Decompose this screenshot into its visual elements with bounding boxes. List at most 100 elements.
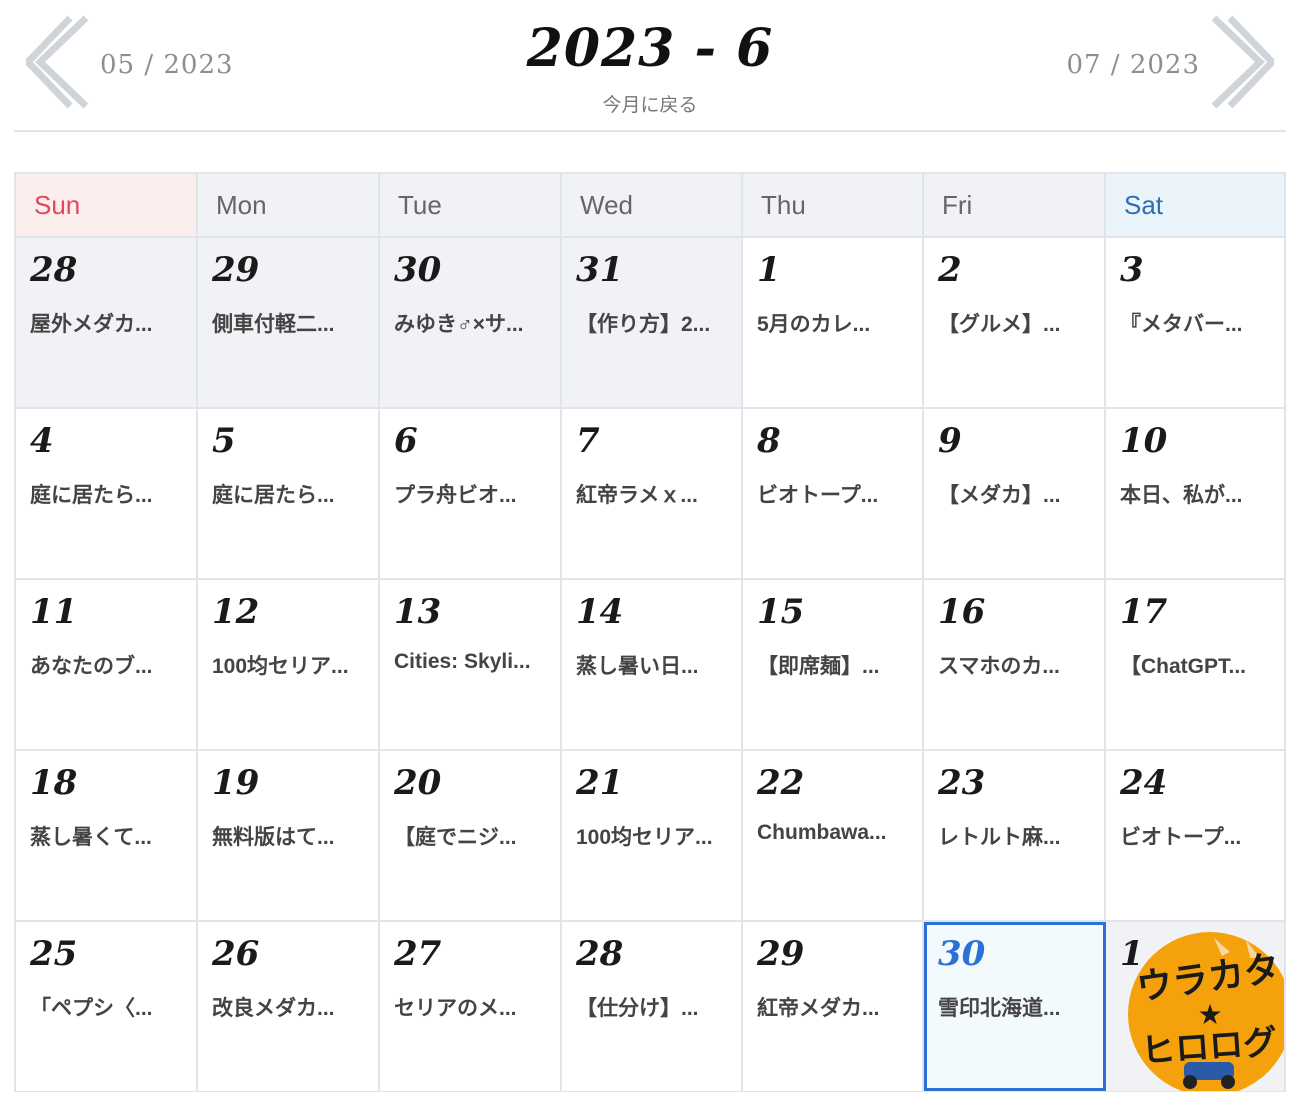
day-number: 18 [30,763,78,803]
post-title-link[interactable]: 100均セリア... [576,821,733,851]
day-number: 7 [576,421,600,461]
day-number: 22 [757,763,805,803]
day-cell[interactable]: 7 紅帝ラメｘ... [562,409,743,578]
day-number: 4 [30,421,54,461]
post-title-link[interactable]: あなたのブ... [30,650,188,680]
post-title-link[interactable]: 庭に居たら... [212,479,370,509]
day-cell[interactable]: 23 レトルト麻... [924,751,1106,920]
day-cell[interactable]: 2 【グルメ】... [924,238,1106,407]
post-title-link[interactable]: 【仕分け】... [576,992,733,1022]
post-title-link[interactable]: 雪印北海道... [938,992,1096,1022]
header-divider [14,130,1286,132]
day-cell[interactable]: 11 あなたのブ... [16,580,198,749]
post-title-link[interactable]: 本日、私が... [1120,479,1276,509]
day-number: 21 [576,763,624,803]
back-to-current-month-link[interactable]: 今月に戻る [450,90,850,117]
day-cell[interactable]: 13 Cities: Skyli... [380,580,562,749]
day-number: 6 [394,421,418,461]
calendar-grid: Sun Mon Tue Wed Thu Fri Sat 28 屋外メダカ... 2… [14,172,1286,1092]
day-cell[interactable]: 16 スマホのカ... [924,580,1106,749]
weekday-thu: Thu [743,174,924,236]
day-cell[interactable]: 29 紅帝メダカ... [743,922,924,1091]
day-number: 12 [212,592,260,632]
post-title-link[interactable]: 改良メダカ... [212,992,370,1022]
post-title-link[interactable]: セリアのメ... [394,992,552,1022]
day-cell[interactable]: 1 ウラカタ ★ ヒロログ [1106,922,1284,1091]
day-cell[interactable]: 9 【メダカ】... [924,409,1106,578]
post-title-link[interactable]: スマホのカ... [938,650,1096,680]
weekday-tue: Tue [380,174,562,236]
post-title-link[interactable]: みゆき♂×サ... [394,308,552,338]
post-title-link[interactable]: 庭に居たら... [30,479,188,509]
post-title-link[interactable]: 【即席麺】... [757,650,914,680]
day-cell[interactable]: 29 側車付軽二... [198,238,380,407]
day-cell[interactable]: 1 5月のカレ... [743,238,924,407]
day-cell[interactable]: 28 屋外メダカ... [16,238,198,407]
day-cell[interactable]: 20 【庭でニジ... [380,751,562,920]
day-cell[interactable]: 14 蒸し暑い日... [562,580,743,749]
day-cell[interactable]: 8 ビオトープ... [743,409,924,578]
day-cell[interactable]: 12 100均セリア... [198,580,380,749]
post-title-link[interactable]: 『メタバー... [1120,308,1276,338]
post-title-link[interactable]: 蒸し暑い日... [576,650,733,680]
day-cell[interactable]: 5 庭に居たら... [198,409,380,578]
day-cell[interactable]: 15 【即席麺】... [743,580,924,749]
post-title-link[interactable]: 【庭でニジ... [394,821,552,851]
day-cell[interactable]: 24 ビオトープ... [1106,751,1284,920]
post-title-link[interactable]: 【メダカ】... [938,479,1096,509]
day-cell-today[interactable]: 30 雪印北海道... [924,922,1106,1091]
post-title-link[interactable]: 紅帝メダカ... [757,992,914,1022]
post-title-link[interactable]: ビオトープ... [1120,821,1276,851]
day-number: 17 [1120,592,1168,632]
day-number: 3 [1120,250,1144,290]
day-cell[interactable]: 19 無料版はて... [198,751,380,920]
post-title-link[interactable]: 紅帝ラメｘ... [576,479,733,509]
day-number: 20 [394,763,442,803]
day-cell[interactable]: 21 100均セリア... [562,751,743,920]
day-cell[interactable]: 3 『メタバー... [1106,238,1284,407]
post-title-link[interactable]: 5月のカレ... [757,308,914,338]
post-title-link[interactable]: 側車付軽二... [212,308,370,338]
day-cell[interactable]: 4 庭に居たら... [16,409,198,578]
day-number: 26 [212,934,260,974]
weekday-wed: Wed [562,174,743,236]
post-title-link[interactable]: 100均セリア... [212,650,370,680]
day-cell[interactable]: 27 セリアのメ... [380,922,562,1091]
day-number: 31 [576,250,624,290]
site-logo[interactable]: ウラカタ ★ ヒロログ [1126,930,1284,1091]
post-title-link[interactable]: 【グルメ】... [938,308,1096,338]
post-title-link[interactable]: ビオトープ... [757,479,914,509]
day-cell[interactable]: 18 蒸し暑くて... [16,751,198,920]
day-cell[interactable]: 30 みゆき♂×サ... [380,238,562,407]
day-cell[interactable]: 26 改良メダカ... [198,922,380,1091]
day-cell[interactable]: 10 本日、私が... [1106,409,1284,578]
prev-month-link[interactable]: 05 / 2023 [26,14,256,110]
next-month-link[interactable]: 07 / 2023 [1044,14,1274,110]
week-row: 25 「ペプシ〈... 26 改良メダカ... 27 セリアのメ... 28 【仕分け】… [16,920,1284,1091]
weekday-sun: Sun [16,174,198,236]
post-title-link[interactable]: レトルト麻... [938,821,1096,851]
post-title-link[interactable]: プラ舟ビオ... [394,479,552,509]
post-title-link[interactable]: Cities: Skyli... [394,650,552,674]
day-number: 29 [212,250,260,290]
post-title-link[interactable]: 「ペプシ〈... [30,992,188,1022]
post-title-link[interactable]: 【ChatGPT... [1120,650,1276,680]
day-cell[interactable]: 17 【ChatGPT... [1106,580,1284,749]
day-number: 8 [757,421,781,461]
day-number: 30 [394,250,442,290]
day-cell[interactable]: 6 プラ舟ビオ... [380,409,562,578]
calendar-header: 05 / 2023 2023 - 6 今月に戻る 07 / 2023 [0,0,1300,135]
post-title-link[interactable]: 屋外メダカ... [30,308,188,338]
day-cell[interactable]: 28 【仕分け】... [562,922,743,1091]
day-number: 25 [30,934,78,974]
post-title-link[interactable]: Chumbawa... [757,821,914,845]
post-title-link[interactable]: 【作り方】2... [576,308,733,338]
day-cell[interactable]: 22 Chumbawa... [743,751,924,920]
post-title-link[interactable]: 無料版はて... [212,821,370,851]
post-title-link[interactable]: 蒸し暑くて... [30,821,188,851]
day-number: 13 [394,592,442,632]
day-cell[interactable]: 25 「ペプシ〈... [16,922,198,1091]
day-number: 19 [212,763,260,803]
day-cell[interactable]: 31 【作り方】2... [562,238,743,407]
week-row: 28 屋外メダカ... 29 側車付軽二... 30 みゆき♂×サ... 31 【作り方… [16,236,1284,407]
